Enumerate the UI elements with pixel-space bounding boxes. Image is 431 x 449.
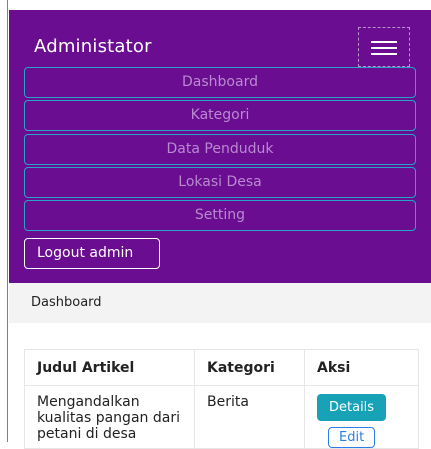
nav-item-setting[interactable]: Setting: [24, 200, 416, 231]
table-row: Mengandalkan kualitas pangan dari petani…: [24, 385, 419, 449]
breadcrumb-current: Dashboard: [31, 295, 102, 310]
details-button[interactable]: Details: [317, 394, 387, 421]
nav-item-data-penduduk[interactable]: Data Penduduk: [24, 134, 416, 165]
cell-category: Berita: [194, 385, 305, 449]
breadcrumb: Dashboard: [9, 283, 431, 323]
hamburger-menu-icon-bar: [371, 53, 397, 55]
column-header-category: Kategori: [194, 349, 305, 386]
articles-table: Judul Artikel Kategori Aksi Mengandalkan…: [24, 349, 419, 449]
navbar-toggler-button[interactable]: [358, 27, 410, 67]
nav-item-dashboard[interactable]: Dashboard: [24, 67, 416, 98]
column-header-title: Judul Artikel: [24, 349, 195, 386]
table-header-row: Judul Artikel Kategori Aksi: [24, 349, 419, 386]
cell-actions: Details Edit: [304, 385, 419, 449]
top-navbar: Administator Dashboard Kategori Data Pen…: [9, 10, 431, 283]
hamburger-menu-icon: [371, 41, 397, 43]
nav-item-kategori[interactable]: Kategori: [24, 100, 416, 131]
hamburger-menu-icon-bar: [371, 47, 397, 49]
page-edge: [0, 0, 6, 442]
nav-item-lokasi-desa[interactable]: Lokasi Desa: [24, 167, 416, 198]
content-border-line: [7, 0, 8, 442]
cell-title: Mengandalkan kualitas pangan dari petani…: [24, 385, 195, 449]
column-header-action: Aksi: [304, 349, 419, 386]
navbar-brand[interactable]: Administator: [34, 36, 152, 57]
edit-button[interactable]: Edit: [328, 427, 376, 448]
logout-button[interactable]: Logout admin: [24, 238, 160, 269]
